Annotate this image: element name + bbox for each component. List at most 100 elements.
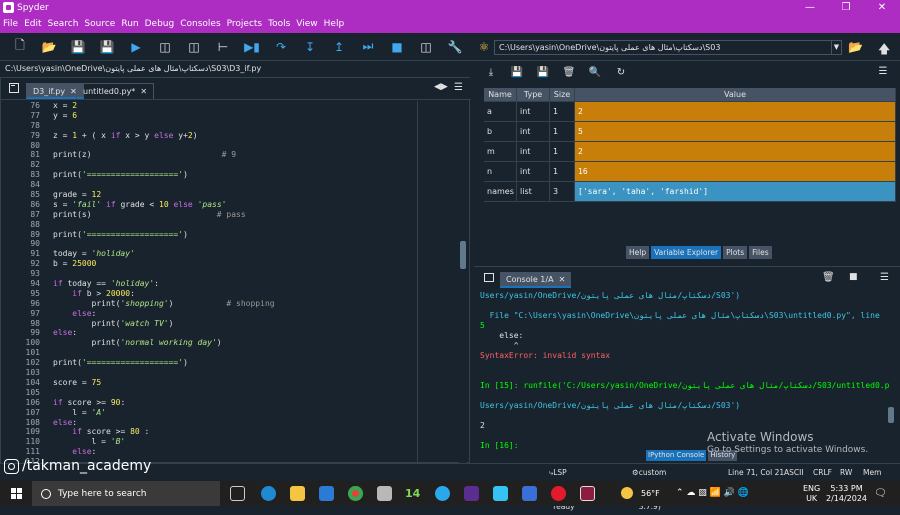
save-data-icon[interactable]: 💾 xyxy=(508,67,526,78)
clock[interactable]: 5:33 PM 2/14/2024 xyxy=(826,484,867,509)
line-number: 79 xyxy=(30,130,40,140)
search-icon[interactable]: 🔍 xyxy=(586,67,604,78)
preferences-wrench-icon[interactable]: 🔧 xyxy=(446,38,464,56)
console-output[interactable]: Users/yasin/OneDrive/دسکتاپ/مثال های عمل… xyxy=(480,291,890,451)
remove-all-icon[interactable]: 🗑 xyxy=(822,272,835,283)
spyder-taskbar-icon[interactable] xyxy=(580,486,595,501)
tray-icons[interactable]: ⌃ ☁ ▧ 📶 🔊 🌐 xyxy=(676,481,749,506)
header-size[interactable]: Size xyxy=(550,88,575,102)
menu-tools[interactable]: Tools xyxy=(268,19,290,29)
app-badge[interactable]: 14 xyxy=(405,481,420,506)
cloud-app-icon[interactable] xyxy=(522,486,537,501)
browse-folder-icon[interactable]: 📂 xyxy=(848,40,863,54)
menu-debug[interactable]: Debug xyxy=(145,19,175,29)
menu-projects[interactable]: Projects xyxy=(227,19,262,29)
refresh-icon[interactable]: ↻ xyxy=(612,67,630,78)
table-row[interactable]: m int 1 2 xyxy=(484,142,896,162)
save-data-as-icon[interactable]: 💾 xyxy=(534,67,552,78)
lsp-status[interactable]: ⤷ LSP Python: ready xyxy=(549,464,582,511)
menu-view[interactable]: View xyxy=(296,19,317,29)
opera-icon[interactable] xyxy=(551,486,566,501)
menu-file[interactable]: File xyxy=(3,19,18,29)
run-cell-advance-icon[interactable]: ◫ xyxy=(185,38,203,56)
close-button[interactable]: ✕ xyxy=(864,0,900,15)
edge-browser-icon[interactable] xyxy=(261,486,276,501)
line-number: 78 xyxy=(30,120,40,130)
open-folder-icon[interactable]: 📂 xyxy=(40,38,58,56)
menu-source[interactable]: Source xyxy=(84,19,115,29)
header-name[interactable]: Name xyxy=(484,88,517,102)
browse-consoles-icon[interactable] xyxy=(484,273,494,282)
telegram-icon[interactable] xyxy=(435,486,450,501)
console-line: Users/yasin/OneDrive/دسکتاپ/مثال های عمل… xyxy=(480,291,741,300)
continue-icon[interactable]: ⏭ xyxy=(359,38,377,56)
header-value[interactable]: Value xyxy=(575,88,896,102)
python-path-icon[interactable]: ⚛ xyxy=(475,38,493,56)
tab-ipython-console[interactable]: IPython Console xyxy=(646,450,707,461)
save-all-icon[interactable]: 💾 xyxy=(98,38,116,56)
run-icon[interactable]: ▶ xyxy=(127,38,145,56)
tab-untitled0[interactable]: untitled0.py* ✕ xyxy=(76,83,155,99)
tab-scroll-arrows-icon[interactable]: ◀▶ xyxy=(434,82,448,92)
table-row[interactable]: n int 1 16 xyxy=(484,162,896,182)
tab-files[interactable]: Files xyxy=(749,246,772,259)
header-type[interactable]: Type xyxy=(517,88,550,102)
table-row[interactable]: names list 3 ['sara', 'taha', 'farshid'] xyxy=(484,182,896,202)
run-selection-icon[interactable]: ⊢ xyxy=(214,38,232,56)
editor-options-menu-icon[interactable]: ☰ xyxy=(454,82,463,93)
new-file-icon[interactable]: 🗋 xyxy=(11,38,29,56)
working-directory-field[interactable]: C:\Users\yasin\OneDrive\دسکتاپ\مثال های … xyxy=(494,40,842,55)
notification-icon[interactable]: 🗨 xyxy=(874,481,887,506)
parent-directory-icon[interactable]: 🡅 xyxy=(878,40,890,61)
step-into-icon[interactable]: ↧ xyxy=(301,38,319,56)
step-return-icon[interactable]: ↥ xyxy=(330,38,348,56)
python-env-status[interactable]: ⚙ custom (Python 3.7.9) xyxy=(632,464,668,511)
tab-plots[interactable]: Plots xyxy=(723,246,748,259)
interrupt-kernel-icon[interactable]: ■ xyxy=(849,272,858,282)
file-explorer-icon[interactable] xyxy=(290,486,305,501)
save-icon[interactable]: 💾 xyxy=(69,38,87,56)
line-number-gutter: 76 77 78 79 80 81 82 83 84 85 86 87 88 89 90 91 92 93 94 95… xyxy=(1,101,45,463)
options-menu-icon[interactable]: ☰ xyxy=(874,66,892,77)
chrome-icon[interactable] xyxy=(348,486,363,501)
tab-variable-explorer[interactable]: Variable Explorer xyxy=(651,246,722,259)
pen-app-icon[interactable] xyxy=(377,486,392,501)
scrollbar-thumb[interactable] xyxy=(888,407,894,423)
menu-consoles[interactable]: Consoles xyxy=(180,19,220,29)
menu-search[interactable]: Search xyxy=(48,19,79,29)
windows-start-icon[interactable] xyxy=(11,488,22,499)
step-icon[interactable]: ↷ xyxy=(272,38,290,56)
tab-console-1a[interactable]: Console 1/A ✕ xyxy=(500,272,572,288)
maximize-pane-icon[interactable]: ◫ xyxy=(417,38,435,56)
remove-variables-icon[interactable]: 🗑 xyxy=(560,67,578,78)
media-app-icon[interactable] xyxy=(464,486,479,501)
taskbar-search-box[interactable]: Type here to search xyxy=(32,481,220,506)
console-options-menu-icon[interactable]: ☰ xyxy=(880,272,889,283)
editor-scrollbar[interactable] xyxy=(459,101,467,463)
minimize-button[interactable]: — xyxy=(792,0,828,15)
scrollbar-thumb[interactable] xyxy=(460,241,466,269)
menu-help[interactable]: Help xyxy=(324,19,345,29)
weather-temp[interactable]: 56°F xyxy=(641,481,660,506)
mail-icon[interactable] xyxy=(319,486,334,501)
code-area[interactable]: x = 2y = 6 z = 1 + ( x if x > y else y+2… xyxy=(53,101,453,463)
run-cell-icon[interactable]: ◫ xyxy=(156,38,174,56)
slack-icon[interactable] xyxy=(493,486,508,501)
stop-debug-icon[interactable]: ■ xyxy=(388,38,406,56)
tab-help[interactable]: Help xyxy=(626,246,650,259)
weather-icon[interactable] xyxy=(621,487,633,499)
debug-icon[interactable]: ▶▮ xyxy=(243,38,261,56)
import-data-icon[interactable]: ⤓ xyxy=(482,67,500,78)
language-indicator[interactable]: ENG UK xyxy=(803,484,820,509)
close-tab-icon[interactable]: ✕ xyxy=(559,275,566,284)
table-row[interactable]: a int 1 2 xyxy=(484,102,896,122)
browse-tabs-icon[interactable] xyxy=(9,83,19,93)
restore-button[interactable]: ❐ xyxy=(828,0,864,15)
menu-edit[interactable]: Edit xyxy=(24,19,41,29)
menu-run[interactable]: Run xyxy=(121,19,138,29)
table-row[interactable]: b int 1 5 xyxy=(484,122,896,142)
chevron-down-icon[interactable]: ▼ xyxy=(831,41,841,54)
console-scrollbar[interactable] xyxy=(888,291,894,441)
task-view-icon[interactable] xyxy=(230,486,245,501)
close-tab-icon[interactable]: ✕ xyxy=(140,87,147,96)
